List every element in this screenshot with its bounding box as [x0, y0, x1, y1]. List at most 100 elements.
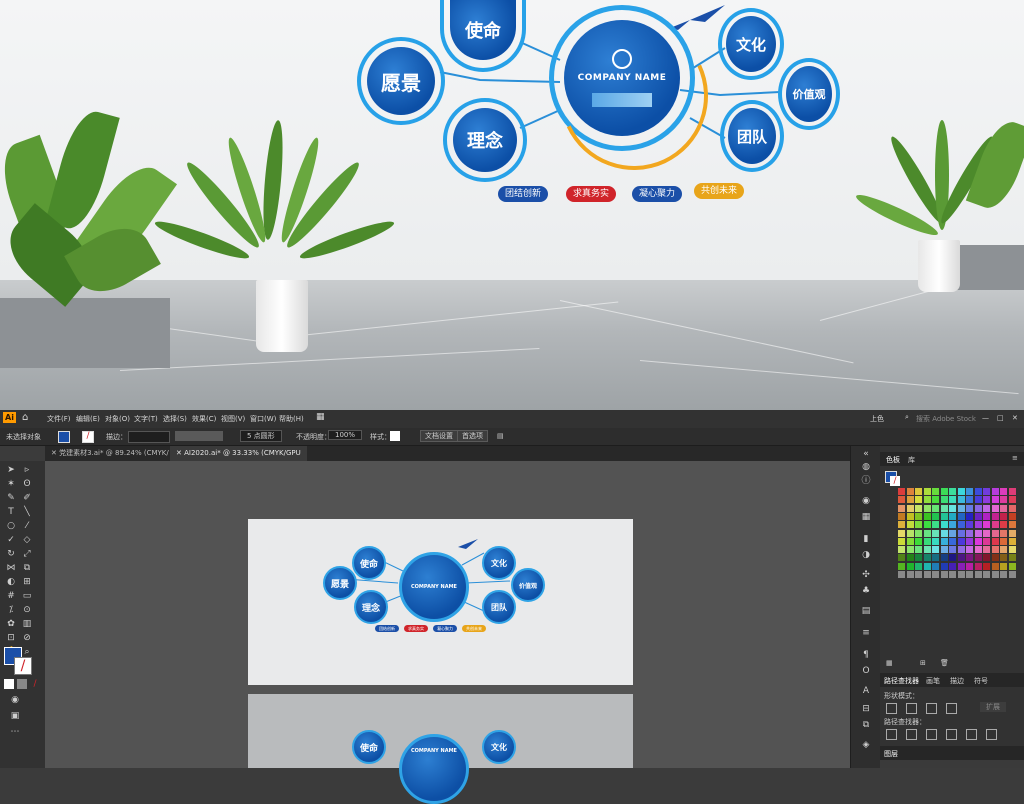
- gradient-panel-icon[interactable]: ▮: [861, 534, 871, 544]
- color-swatch[interactable]: [974, 504, 982, 512]
- menu-window[interactable]: 窗口(W): [250, 414, 276, 424]
- color-swatch[interactable]: [906, 554, 914, 562]
- selection-tool-icon[interactable]: ➤: [6, 465, 16, 475]
- color-swatch[interactable]: [923, 546, 931, 554]
- pen-tool-icon[interactable]: ✎: [6, 493, 16, 503]
- color-swatch[interactable]: [940, 496, 948, 504]
- color-swatch[interactable]: [991, 488, 999, 495]
- paragraph-panel-icon[interactable]: ¶: [861, 650, 871, 660]
- menu-effect[interactable]: 效果(C): [192, 414, 216, 424]
- color-swatch[interactable]: [898, 546, 905, 554]
- color-swatch[interactable]: [940, 554, 948, 562]
- color-swatch[interactable]: [923, 521, 931, 529]
- color-swatch[interactable]: [906, 488, 914, 495]
- menu-view[interactable]: 视图(V): [221, 414, 245, 424]
- color-swatch[interactable]: [906, 504, 914, 512]
- lasso-tool-icon[interactable]: ʘ: [22, 479, 32, 489]
- color-swatch[interactable]: [898, 529, 905, 537]
- color-swatch[interactable]: [957, 554, 965, 562]
- color-swatch[interactable]: [1008, 554, 1016, 562]
- expand-button[interactable]: 扩展: [980, 702, 1006, 712]
- color-swatch[interactable]: [906, 546, 914, 554]
- window-close-icon[interactable]: ✕: [1012, 414, 1018, 422]
- transparency-panel-icon[interactable]: ◑: [861, 550, 871, 560]
- color-swatch[interactable]: [974, 546, 982, 554]
- menu-file[interactable]: 文件(F): [47, 414, 71, 424]
- variable-width-profile[interactable]: [175, 431, 223, 441]
- graphic-styles-panel-icon[interactable]: ▦: [861, 512, 871, 522]
- color-swatch[interactable]: [991, 496, 999, 504]
- document-canvas[interactable]: 愿景 使命 理念 COMPANY NAME 文化 价值观 团队 团结创新 求真务…: [45, 461, 850, 804]
- color-swatch[interactable]: [974, 488, 982, 495]
- color-swatch[interactable]: [1008, 562, 1016, 570]
- free-transform-tool-icon[interactable]: ⧉: [22, 563, 32, 573]
- home-icon[interactable]: ⌂: [22, 412, 28, 423]
- tab-layers[interactable]: 图层: [884, 749, 898, 759]
- fill-color-swatch[interactable]: [58, 431, 70, 443]
- blend-tool-icon[interactable]: ⊙: [22, 605, 32, 615]
- color-swatch[interactable]: [974, 512, 982, 520]
- color-swatch[interactable]: [983, 496, 990, 504]
- collapse-panels-icon[interactable]: «: [861, 449, 871, 459]
- character-panel-icon[interactable]: A: [861, 686, 871, 696]
- brushes-panel-icon[interactable]: ✣: [861, 570, 871, 580]
- perspective-tool-icon[interactable]: ⊞: [22, 577, 32, 587]
- tab-brushes[interactable]: 画笔: [926, 676, 940, 686]
- workspace-grid-icon[interactable]: ▦: [316, 412, 325, 422]
- color-swatch[interactable]: [915, 496, 922, 504]
- color-swatch[interactable]: [1008, 571, 1016, 578]
- menu-select[interactable]: 选择(S): [163, 414, 187, 424]
- color-swatch[interactable]: [915, 537, 922, 545]
- color-swatch[interactable]: [957, 529, 965, 537]
- trim-button[interactable]: [906, 729, 917, 740]
- color-swatch[interactable]: [940, 571, 948, 578]
- color-swatch[interactable]: [1000, 546, 1007, 554]
- color-swatch[interactable]: [898, 537, 905, 545]
- color-swatch[interactable]: [898, 571, 905, 578]
- color-swatch[interactable]: [906, 537, 914, 545]
- color-panel-icon[interactable]: ◍: [861, 462, 871, 472]
- color-swatch[interactable]: [923, 529, 931, 537]
- color-swatch[interactable]: [983, 488, 990, 495]
- paintbrush-tool-icon[interactable]: ⁄: [22, 521, 32, 531]
- color-swatch[interactable]: [983, 546, 990, 554]
- type-tool-icon[interactable]: T: [6, 507, 16, 517]
- tab-symbols[interactable]: 符号: [974, 676, 988, 686]
- color-swatch[interactable]: [923, 488, 931, 495]
- color-swatch[interactable]: [915, 521, 922, 529]
- stroke-weight-field[interactable]: [128, 431, 170, 443]
- color-swatch[interactable]: [983, 562, 990, 570]
- color-swatch[interactable]: [991, 571, 999, 578]
- color-swatch[interactable]: [1000, 571, 1007, 578]
- exclude-button[interactable]: [946, 703, 957, 714]
- color-swatch[interactable]: [974, 496, 982, 504]
- workspace-switcher[interactable]: 上色: [870, 414, 884, 424]
- color-swatch[interactable]: [1008, 546, 1016, 554]
- color-swatch[interactable]: [949, 562, 956, 570]
- color-swatch[interactable]: [983, 504, 990, 512]
- app-badge[interactable]: Ai: [3, 412, 16, 423]
- color-swatch[interactable]: [1008, 512, 1016, 520]
- color-swatch[interactable]: [923, 512, 931, 520]
- color-swatch[interactable]: [906, 496, 914, 504]
- color-swatch[interactable]: [949, 546, 956, 554]
- color-swatch[interactable]: [966, 537, 973, 545]
- color-swatch[interactable]: [1000, 529, 1007, 537]
- color-swatch[interactable]: [906, 571, 914, 578]
- color-swatch[interactable]: [1000, 496, 1007, 504]
- swatch-library-icon[interactable]: ▦: [886, 659, 893, 667]
- color-swatch[interactable]: [991, 521, 999, 529]
- draw-mode-icon[interactable]: ◉: [10, 695, 20, 705]
- opentype-panel-icon[interactable]: O: [861, 666, 871, 676]
- color-swatch[interactable]: [974, 571, 982, 578]
- color-swatch[interactable]: [949, 571, 956, 578]
- tab-close-icon[interactable]: ✕: [51, 449, 59, 457]
- symbols-panel-icon[interactable]: ♣: [861, 586, 871, 596]
- screen-mode-icon[interactable]: ▣: [10, 711, 20, 721]
- color-swatch[interactable]: [991, 546, 999, 554]
- color-swatch[interactable]: [915, 546, 922, 554]
- color-swatch[interactable]: [932, 521, 939, 529]
- color-swatch[interactable]: [974, 562, 982, 570]
- color-swatch[interactable]: [898, 512, 905, 520]
- color-swatch[interactable]: [957, 562, 965, 570]
